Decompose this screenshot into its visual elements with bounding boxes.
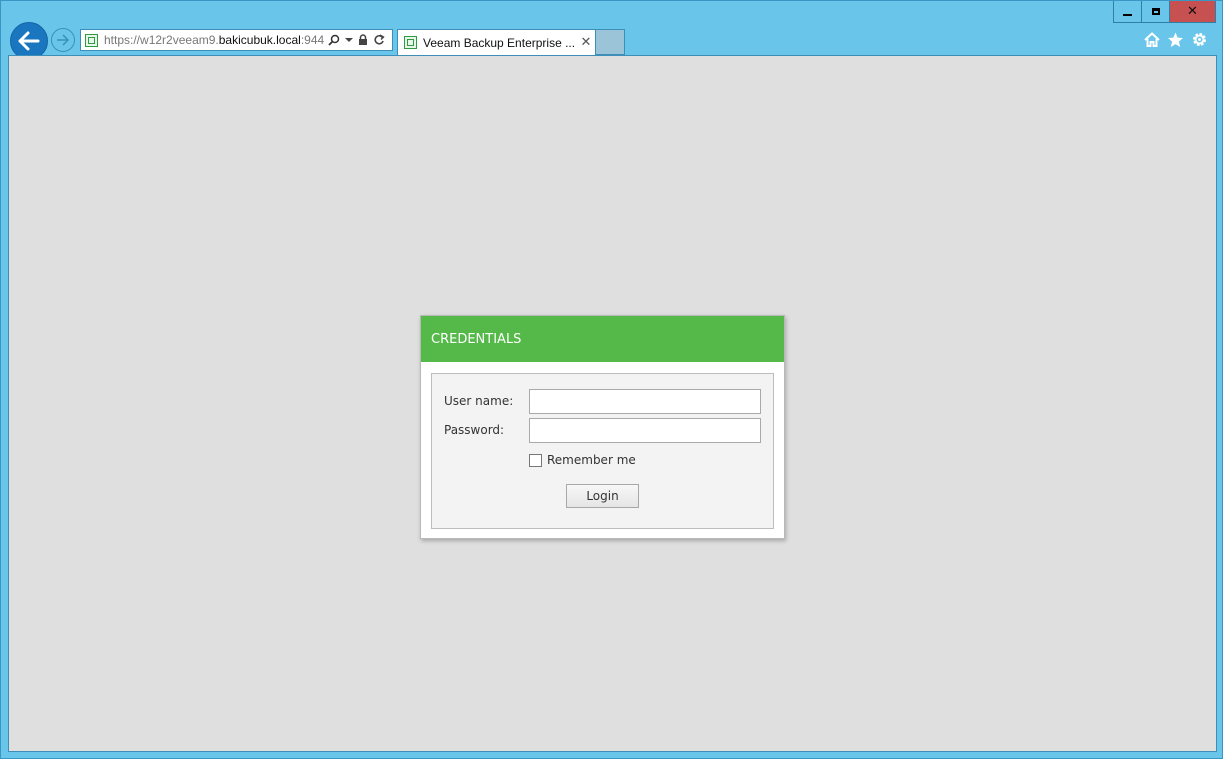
- site-favicon-icon: [85, 33, 98, 47]
- gear-icon[interactable]: [1191, 31, 1208, 52]
- home-icon[interactable]: [1144, 32, 1160, 51]
- window-close-button[interactable]: ✕: [1169, 1, 1216, 23]
- star-icon[interactable]: [1167, 32, 1184, 52]
- remember-me-checkbox[interactable]: [529, 453, 542, 467]
- maximize-icon: [1151, 8, 1160, 15]
- tab-title: Veeam Backup Enterprise ...: [423, 35, 576, 50]
- address-bar[interactable]: https://w12r2veeam9.bakicubuk.local:944: [80, 29, 393, 51]
- close-icon: ✕: [1187, 4, 1198, 19]
- dialog-header: CREDENTIALS: [421, 316, 784, 362]
- back-arrow-icon: [18, 31, 40, 51]
- username-input[interactable]: [529, 389, 761, 414]
- minimize-button[interactable]: [1113, 1, 1141, 23]
- lock-icon[interactable]: [358, 34, 368, 46]
- tab-close-icon[interactable]: ✕: [577, 35, 595, 50]
- remember-me[interactable]: Remember me: [529, 453, 636, 467]
- new-tab-button[interactable]: [596, 29, 625, 55]
- password-input[interactable]: [529, 418, 761, 443]
- tab-favicon-icon: [404, 36, 417, 49]
- url-text[interactable]: https://w12r2veeam9.bakicubuk.local:944: [104, 33, 324, 47]
- window-caption-buttons: ✕: [1113, 1, 1216, 23]
- credentials-panel: User name: Password: Remember me Login: [431, 373, 774, 529]
- search-icon[interactable]: [328, 34, 340, 46]
- forward-arrow-icon: [57, 34, 70, 46]
- refresh-icon[interactable]: [373, 34, 385, 46]
- password-label: Password:: [444, 423, 505, 437]
- forward-button[interactable]: [51, 28, 75, 52]
- address-bar-icons: [328, 34, 385, 46]
- remember-me-label[interactable]: Remember me: [547, 453, 636, 467]
- login-dialog: CREDENTIALS User name: Password: Remembe…: [420, 315, 785, 539]
- page-content: CREDENTIALS User name: Password: Remembe…: [8, 55, 1217, 752]
- minimize-icon: [1123, 13, 1132, 16]
- maximize-button[interactable]: [1141, 1, 1169, 23]
- username-label: User name:: [444, 394, 514, 408]
- login-button[interactable]: Login: [566, 484, 639, 508]
- tab-veeam[interactable]: Veeam Backup Enterprise ... ✕: [397, 29, 596, 55]
- dropdown-icon[interactable]: [345, 37, 353, 43]
- browser-window: ✕ https://w12r2veeam9.bakicubuk.local:94…: [0, 0, 1223, 759]
- browser-toolbar-right: [1144, 31, 1208, 52]
